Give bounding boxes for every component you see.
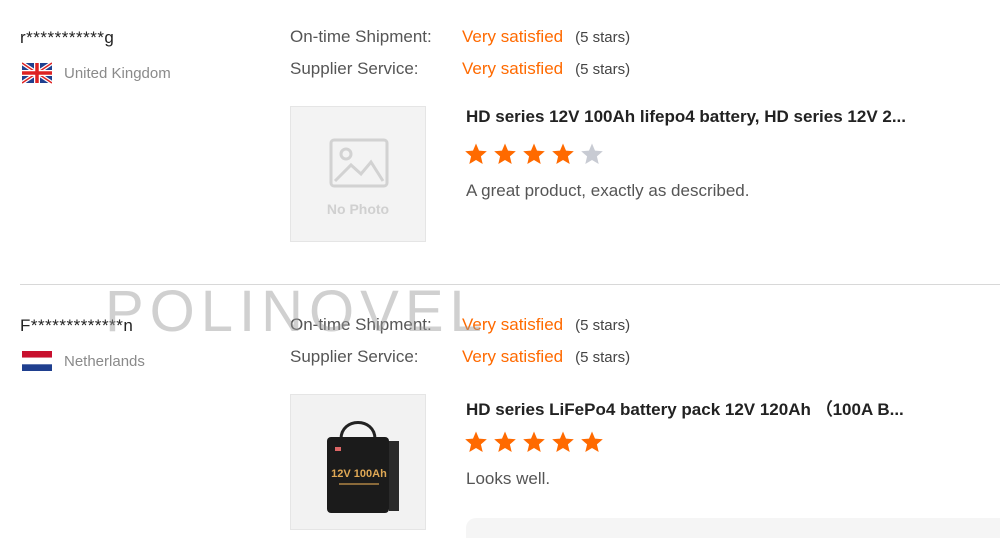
country-name: Netherlands xyxy=(64,352,145,370)
rating-count: (5 stars) xyxy=(575,60,631,78)
rating-value: Very satisfied xyxy=(462,27,564,46)
netherlands-flag-icon xyxy=(22,351,52,371)
star-filled-icon xyxy=(465,431,487,452)
star-rating xyxy=(464,430,609,454)
no-photo-icon: No Photo xyxy=(327,138,389,217)
rating-label: On-time Shipment: xyxy=(290,315,432,334)
star-empty-icon xyxy=(581,143,603,164)
star-filled-icon xyxy=(552,143,574,164)
on-time-shipment-rating: On-time Shipment: Very satisfied (5 star… xyxy=(290,27,630,47)
svg-text:No Photo: No Photo xyxy=(327,201,389,217)
uk-flag-icon xyxy=(22,62,52,84)
battery-product-image: 12V 100Ah xyxy=(327,421,399,513)
rating-value: Very satisfied xyxy=(462,347,564,366)
star-filled-icon xyxy=(523,143,545,164)
reviewer-username: r***********g xyxy=(20,28,115,47)
rating-count: (5 stars) xyxy=(575,28,631,46)
country-name: United Kingdom xyxy=(64,64,171,82)
supplier-service-rating: Supplier Service: Very satisfied (5 star… xyxy=(290,59,630,79)
on-time-shipment-rating: On-time Shipment: Very satisfied (5 star… xyxy=(290,315,630,335)
product-thumbnail[interactable]: No Photo xyxy=(290,106,426,242)
product-thumbnail[interactable]: 12V 100Ah xyxy=(290,394,426,530)
review-comment: Looks well. xyxy=(466,469,551,488)
rating-label: Supplier Service: xyxy=(290,347,419,366)
reviewer-country: Netherlands xyxy=(22,350,145,372)
reply-box-partial xyxy=(466,518,1000,538)
star-filled-icon xyxy=(523,431,545,452)
review-divider xyxy=(20,284,1000,285)
rating-value: Very satisfied xyxy=(462,59,564,78)
star-filled-icon xyxy=(465,143,487,164)
reviewer-country: United Kingdom xyxy=(22,62,171,84)
product-title-link[interactable]: HD series LiFePo4 battery pack 12V 120Ah… xyxy=(466,395,904,420)
star-filled-icon xyxy=(494,143,516,164)
star-rating xyxy=(464,142,609,166)
star-filled-icon xyxy=(552,431,574,452)
rating-label: Supplier Service: xyxy=(290,59,419,78)
svg-text:12V 100Ah: 12V 100Ah xyxy=(331,468,387,480)
star-filled-icon xyxy=(581,431,603,452)
rating-label: On-time Shipment: xyxy=(290,27,432,46)
rating-value: Very satisfied xyxy=(462,315,564,334)
reviewer-username: F*************n xyxy=(20,316,134,335)
product-title-link[interactable]: HD series 12V 100Ah lifepo4 battery, HD … xyxy=(466,107,906,127)
rating-count: (5 stars) xyxy=(575,316,631,334)
supplier-service-rating: Supplier Service: Very satisfied (5 star… xyxy=(290,347,630,367)
star-filled-icon xyxy=(494,431,516,452)
review-comment: A great product, exactly as described. xyxy=(466,181,750,200)
rating-count: (5 stars) xyxy=(575,348,631,366)
